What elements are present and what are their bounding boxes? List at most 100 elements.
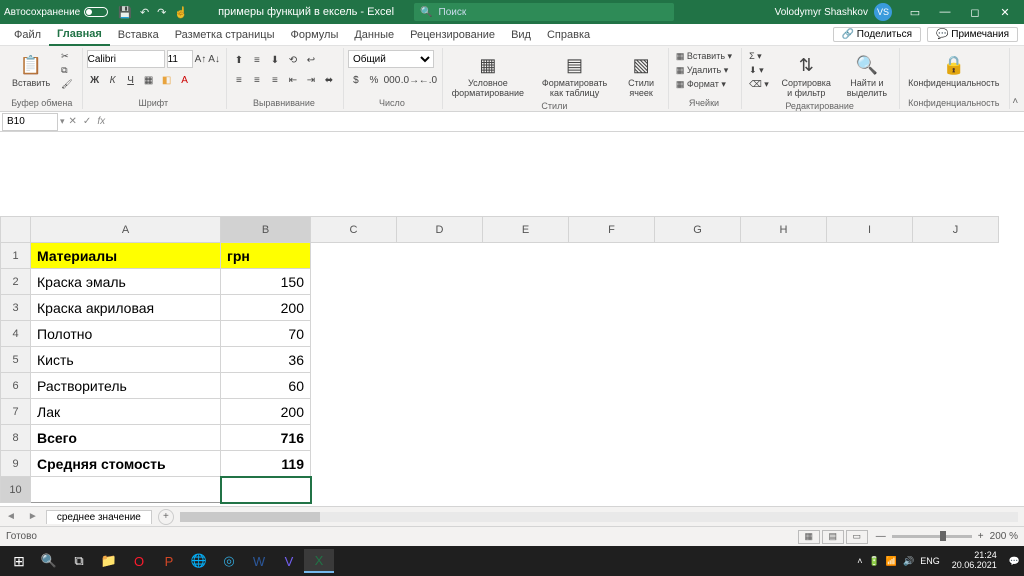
font-size-input[interactable] xyxy=(167,50,193,68)
close-icon[interactable]: ✕ xyxy=(990,6,1020,19)
add-sheet-button[interactable]: + xyxy=(158,509,174,525)
indent-inc-icon[interactable]: ⇥ xyxy=(303,72,319,88)
align-top-icon[interactable]: ⬆ xyxy=(231,52,247,68)
col-header-I[interactable]: I xyxy=(827,217,913,243)
tab-review[interactable]: Рецензирование xyxy=(402,24,503,46)
border-button[interactable]: ▦ xyxy=(141,72,157,88)
excel-icon[interactable]: X xyxy=(304,549,334,573)
sort-filter-button[interactable]: ⇅Сортировка и фильтр xyxy=(776,50,837,101)
cell[interactable]: Средняя стомость xyxy=(31,451,221,477)
tab-view[interactable]: Вид xyxy=(503,24,539,46)
row-header[interactable]: 2 xyxy=(1,269,31,295)
indent-dec-icon[interactable]: ⇤ xyxy=(285,72,301,88)
col-header-G[interactable]: G xyxy=(655,217,741,243)
cell[interactable] xyxy=(31,477,221,503)
align-left-icon[interactable]: ≡ xyxy=(231,72,247,88)
spreadsheet-grid[interactable]: A B C D E F G H I J 1Материалыгрн 2Краск… xyxy=(0,132,1024,506)
row-header[interactable]: 3 xyxy=(1,295,31,321)
wrap-text-icon[interactable]: ↩ xyxy=(303,52,319,68)
row-header[interactable]: 9 xyxy=(1,451,31,477)
normal-view-icon[interactable]: ▦ xyxy=(798,530,820,544)
cell[interactable]: Всего xyxy=(31,425,221,451)
maximize-icon[interactable]: ◻ xyxy=(960,6,990,19)
cell[interactable]: грн xyxy=(221,243,311,269)
cell[interactable]: Материалы xyxy=(31,243,221,269)
row-header[interactable]: 6 xyxy=(1,373,31,399)
format-painter-button[interactable]: 🖌 xyxy=(58,78,75,91)
cell[interactable]: 70 xyxy=(221,321,311,347)
col-header-B[interactable]: B xyxy=(221,217,311,243)
cancel-formula-icon[interactable]: ✕ xyxy=(69,116,77,127)
row-header[interactable]: 7 xyxy=(1,399,31,425)
clock[interactable]: 21:2420.06.2021 xyxy=(952,551,997,571)
copy-button[interactable]: ⧉ xyxy=(58,64,75,77)
clear-button[interactable]: ⌫ ▾ xyxy=(746,78,772,91)
fill-color-button[interactable]: ◧ xyxy=(159,72,175,88)
tab-file[interactable]: Файл xyxy=(6,24,49,46)
confidentiality-button[interactable]: 🔒Конфиденциальность xyxy=(904,50,1003,91)
avatar[interactable]: VS xyxy=(874,3,892,21)
sheet-nav-prev-icon[interactable]: ◄ xyxy=(0,511,22,522)
format-cells-button[interactable]: ▦ Формат ▾ xyxy=(673,78,735,91)
cell[interactable]: Полотно xyxy=(31,321,221,347)
comma-icon[interactable]: 000 xyxy=(384,72,400,88)
task-view-icon[interactable]: ⧉ xyxy=(64,549,94,573)
comments-button[interactable]: 💬 Примечания xyxy=(927,27,1018,42)
row-header[interactable]: 8 xyxy=(1,425,31,451)
tab-formulas[interactable]: Формулы xyxy=(282,24,346,46)
increase-font-icon[interactable]: A↑ xyxy=(195,54,207,65)
redo-icon[interactable]: ↷ xyxy=(157,6,166,19)
italic-button[interactable]: К xyxy=(105,72,121,88)
cell[interactable]: Лак xyxy=(31,399,221,425)
col-header-J[interactable]: J xyxy=(913,217,999,243)
cell[interactable]: 200 xyxy=(221,399,311,425)
paste-button[interactable]: 📋Вставить xyxy=(8,50,54,91)
sheet-nav-next-icon[interactable]: ► xyxy=(22,511,44,522)
enter-formula-icon[interactable]: ✓ xyxy=(83,116,91,127)
align-center-icon[interactable]: ≡ xyxy=(249,72,265,88)
row-header[interactable]: 5 xyxy=(1,347,31,373)
tab-help[interactable]: Справка xyxy=(539,24,598,46)
merge-icon[interactable]: ⬌ xyxy=(321,72,337,88)
col-header-F[interactable]: F xyxy=(569,217,655,243)
search-box[interactable]: 🔍 Поиск xyxy=(414,3,674,21)
word-icon[interactable]: W xyxy=(244,549,274,573)
cell[interactable]: Краска эмаль xyxy=(31,269,221,295)
powerpoint-icon[interactable]: P xyxy=(154,549,184,573)
cell[interactable]: 200 xyxy=(221,295,311,321)
start-button[interactable]: ⊞ xyxy=(4,553,34,570)
cell-styles-button[interactable]: ▧Стили ячеек xyxy=(620,50,662,101)
page-break-view-icon[interactable]: ▭ xyxy=(846,530,868,544)
tab-insert[interactable]: Вставка xyxy=(110,24,167,46)
col-header-E[interactable]: E xyxy=(483,217,569,243)
number-format-select[interactable]: Общий xyxy=(348,50,434,68)
opera-icon[interactable]: O xyxy=(124,549,154,573)
ribbon-options-icon[interactable]: ▭ xyxy=(900,6,930,19)
row-header[interactable]: 10 xyxy=(1,477,31,503)
fx-icon[interactable]: fx xyxy=(97,116,105,127)
battery-icon[interactable]: 🔋 xyxy=(869,556,880,567)
collapse-ribbon-icon[interactable]: ˄ xyxy=(1010,48,1020,109)
inc-decimal-icon[interactable]: .0→ xyxy=(402,72,418,88)
cell[interactable]: Растворитель xyxy=(31,373,221,399)
sheet-tab[interactable]: среднее значение xyxy=(46,510,152,524)
touch-icon[interactable]: ☝ xyxy=(174,6,188,19)
volume-icon[interactable]: 🔊 xyxy=(903,556,914,567)
share-button[interactable]: 🔗 Поделиться xyxy=(833,27,921,42)
chrome-icon[interactable]: 🌐 xyxy=(184,549,214,573)
col-header-A[interactable]: A xyxy=(31,217,221,243)
viber-icon[interactable]: V xyxy=(274,549,304,573)
app-icon[interactable]: ◎ xyxy=(214,549,244,573)
percent-icon[interactable]: % xyxy=(366,72,382,88)
cell[interactable]: Кисть xyxy=(31,347,221,373)
insert-cells-button[interactable]: ▦ Вставить ▾ xyxy=(673,50,735,63)
explorer-icon[interactable]: 📁 xyxy=(94,549,124,573)
tab-home[interactable]: Главная xyxy=(49,24,110,46)
autosave-toggle[interactable]: Автосохранение xyxy=(4,7,108,18)
cell-selected[interactable] xyxy=(221,477,311,503)
page-layout-view-icon[interactable]: ▤ xyxy=(822,530,844,544)
system-tray[interactable]: ˄ 🔋 📶 🔊 ENG 21:2420.06.2021 💬 xyxy=(857,551,1020,571)
decrease-font-icon[interactable]: A↓ xyxy=(208,54,220,65)
font-name-input[interactable] xyxy=(87,50,165,68)
row-header[interactable]: 4 xyxy=(1,321,31,347)
